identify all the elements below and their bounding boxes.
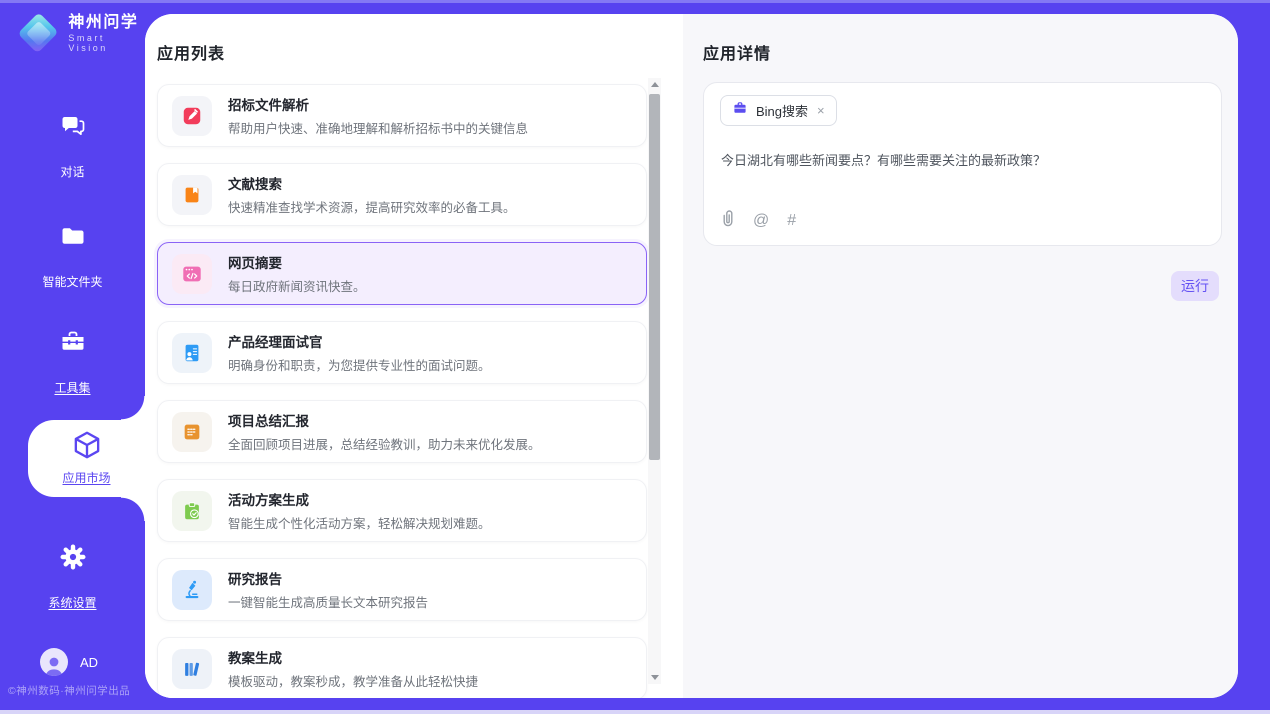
sidebar-item-chat[interactable]: 对话 — [0, 112, 145, 181]
app-card[interactable]: 招标文件解析 帮助用户快速、准确地理解和解析招标书中的关键信息 — [157, 84, 647, 147]
app-card-title: 活动方案生成 — [228, 489, 491, 509]
app-card-title: 文献搜索 — [228, 173, 516, 193]
main-panel: 应用列表 招标文件解析 帮助用户快速、准确地理解和解析招标书中的关键信息 文献搜… — [145, 14, 1238, 698]
tool-tag-bing-search[interactable]: Bing搜索 × — [720, 95, 837, 126]
run-button[interactable]: 运行 — [1171, 271, 1219, 301]
hash-icon[interactable]: # — [787, 212, 796, 230]
sidebar-item-label: 智能文件夹 — [42, 273, 102, 290]
avatar — [40, 648, 68, 676]
sidebar-item-toolset[interactable]: 工具集 — [0, 328, 145, 397]
tag-close-icon[interactable]: × — [817, 104, 825, 117]
app-card[interactable]: 网页摘要 每日政府新闻资讯快查。 — [157, 242, 647, 305]
app-card[interactable]: 文献搜索 快速精准查找学术资源，提高研究效率的必备工具。 — [157, 163, 647, 226]
app-card-description: 明确身份和职责，为您提供专业性的面试问题。 — [228, 355, 491, 374]
scroll-up-arrow-icon[interactable] — [648, 78, 661, 91]
sidebar: 神州问学 Smart Vision 对话 智能文件夹 工具集 — [0, 0, 145, 714]
app-card-title: 招标文件解析 — [228, 94, 528, 114]
app-card[interactable]: 活动方案生成 智能生成个性化活动方案，轻松解决规划难题。 — [157, 479, 647, 542]
brand-name: 神州问学 — [68, 13, 145, 33]
app-list-scrollbar[interactable] — [648, 78, 661, 684]
interviewer-doc-icon — [172, 333, 212, 373]
cube-icon — [70, 449, 104, 466]
sidebar-item-app-market[interactable]: 应用市场 — [28, 420, 145, 497]
app-card-title: 项目总结汇报 — [228, 410, 541, 430]
user-account[interactable]: AD — [40, 648, 98, 676]
sidebar-item-settings[interactable]: 系统设置 — [0, 543, 145, 612]
sidebar-item-label: 应用市场 — [62, 469, 110, 486]
gear-icon — [0, 543, 145, 571]
tool-tag-label: Bing搜索 — [756, 101, 808, 120]
app-list-panel: 应用列表 招标文件解析 帮助用户快速、准确地理解和解析招标书中的关键信息 文献搜… — [145, 14, 683, 698]
briefcase-icon — [732, 100, 748, 121]
app-detail-title: 应用详情 — [703, 40, 771, 64]
window-top-edge — [0, 0, 1270, 3]
app-card-description: 帮助用户快速、准确地理解和解析招标书中的关键信息 — [228, 118, 528, 137]
query-text[interactable]: 今日湖北有哪些新闻要点？有哪些需要关注的最新政策？ — [721, 151, 1201, 170]
app-card[interactable]: 项目总结汇报 全面回顾项目进展，总结经验教训，助力未来优化发展。 — [157, 400, 647, 463]
prompt-card[interactable]: Bing搜索 × 今日湖北有哪些新闻要点？有哪些需要关注的最新政策？ @ # — [703, 82, 1222, 246]
app-card[interactable]: 产品经理面试官 明确身份和职责，为您提供专业性的面试问题。 — [157, 321, 647, 384]
brand-diamond-icon — [18, 12, 59, 53]
app-card[interactable]: 教案生成 模板驱动，教案秒成，教学准备从此轻松快捷 — [157, 637, 647, 698]
app-card-description: 智能生成个性化活动方案，轻松解决规划难题。 — [228, 513, 491, 532]
user-name: AD — [80, 655, 98, 670]
app-card-description: 全面回顾项目进展，总结经验教训，助力未来优化发展。 — [228, 434, 541, 453]
app-card-title: 网页摘要 — [228, 252, 366, 272]
app-card-title: 产品经理面试官 — [228, 331, 491, 351]
toolbox-icon — [0, 328, 145, 356]
chat-icon — [0, 112, 145, 140]
brand-subtitle: Smart Vision — [68, 33, 145, 53]
app-card-title: 教案生成 — [228, 647, 478, 667]
scroll-down-arrow-icon[interactable] — [648, 671, 661, 684]
app-card[interactable]: 研究报告 一键智能生成高质量长文本研究报告 — [157, 558, 647, 621]
sidebar-item-label: 对话 — [60, 163, 84, 180]
brand-logo: 神州问学 Smart Vision — [18, 12, 145, 54]
browser-code-icon — [172, 254, 212, 294]
folder-icon — [0, 222, 145, 250]
memo-icon — [172, 412, 212, 452]
active-tab-curve-bottom — [121, 497, 145, 521]
attachment-toolbar: @ # — [721, 209, 796, 232]
microscope-icon — [172, 570, 212, 610]
app-card-title: 研究报告 — [228, 568, 428, 588]
mention-icon[interactable]: @ — [753, 212, 769, 230]
book-icon — [172, 175, 212, 215]
active-tab-curve-top — [121, 396, 145, 420]
copyright-footer: ©神州数码·神州问学出品 — [8, 683, 130, 698]
app-card-description: 快速精准查找学术资源，提高研究效率的必备工具。 — [228, 197, 516, 216]
clipboard-check-icon — [172, 491, 212, 531]
paperclip-icon[interactable] — [721, 209, 735, 232]
scrollbar-thumb[interactable] — [649, 94, 660, 460]
window-bottom-edge — [0, 710, 1270, 714]
pen-edit-icon — [172, 96, 212, 136]
app-card-list: 招标文件解析 帮助用户快速、准确地理解和解析招标书中的关键信息 文献搜索 快速精… — [157, 84, 647, 698]
app-list-title: 应用列表 — [157, 40, 225, 64]
sidebar-item-label: 系统设置 — [48, 594, 96, 611]
app-card-description: 模板驱动，教案秒成，教学准备从此轻松快捷 — [228, 671, 478, 690]
sidebar-item-label: 工具集 — [54, 379, 90, 396]
app-detail-panel: 应用详情 Bing搜索 × 今日湖北有哪些新闻要点？有哪些需要关注的最新政策？ — [683, 14, 1238, 698]
app-card-description: 一键智能生成高质量长文本研究报告 — [228, 592, 428, 611]
sidebar-item-smart-folder[interactable]: 智能文件夹 — [0, 222, 145, 291]
books-icon — [172, 649, 212, 689]
app-card-description: 每日政府新闻资讯快查。 — [228, 276, 366, 295]
